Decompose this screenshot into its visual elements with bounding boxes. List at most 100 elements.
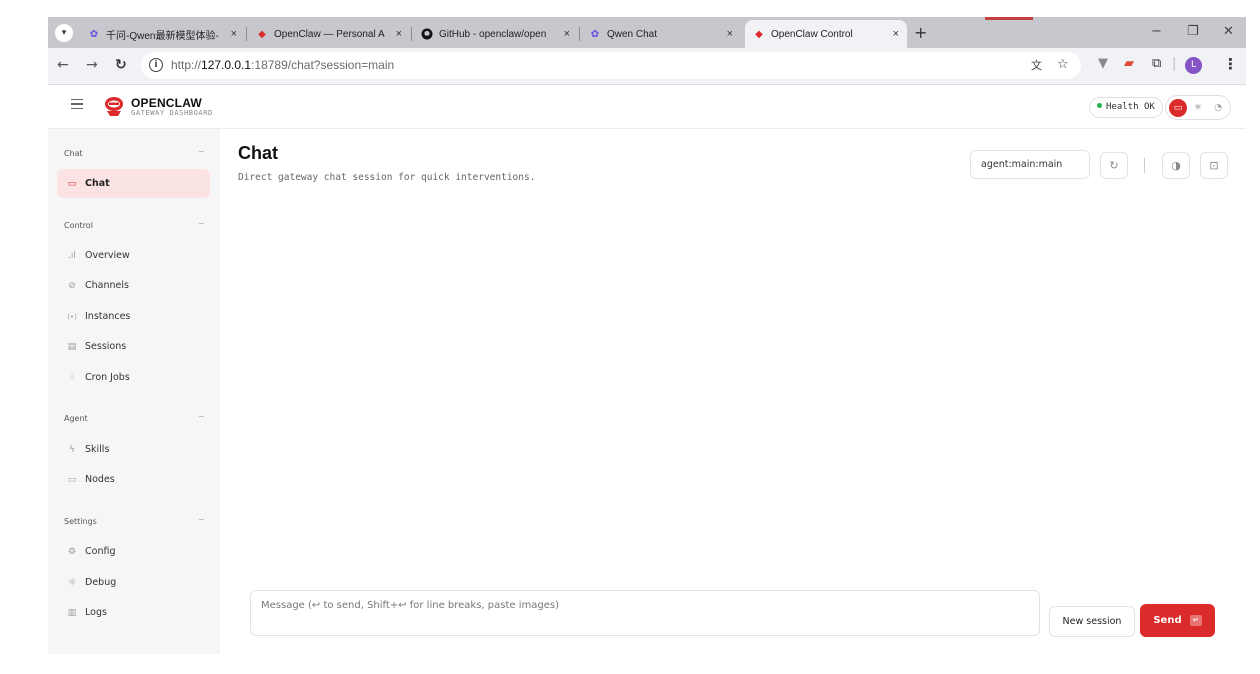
sidebar-item-config[interactable]: ⚙ Config	[57, 537, 210, 566]
chat-main: Chat Direct gateway chat session for qui…	[220, 129, 1246, 654]
tab-strip-accent	[985, 17, 1033, 20]
gear-icon: ⚙	[67, 546, 77, 557]
zap-icon: ϟ	[69, 444, 75, 455]
health-label: Health	[1106, 102, 1139, 112]
sidebar-item-label: Config	[85, 546, 116, 557]
tab-qwen-experience[interactable]: ✿ 千问-Qwen最新模型体验- ×	[80, 20, 245, 48]
qwen-icon: ✿	[89, 28, 99, 40]
sidebar-item-skills[interactable]: ϟ Skills	[57, 435, 210, 464]
minimize-button[interactable]: −	[1151, 24, 1162, 39]
menu-toggle-icon[interactable]	[71, 99, 83, 109]
browser-menu-icon[interactable]: ⋮	[1223, 55, 1238, 73]
site-info-icon[interactable]: i	[149, 58, 163, 72]
send-button[interactable]: Send ↵	[1140, 604, 1215, 637]
sidebar-group-settings: Settings	[64, 517, 97, 526]
close-icon[interactable]: ×	[396, 28, 402, 40]
extensions-puzzle-icon[interactable]: ⧉	[1152, 56, 1161, 71]
system-theme-icon[interactable]: ▭	[1169, 99, 1187, 117]
tab-divider	[411, 27, 412, 41]
sidebar: Chat − ▭ Chat Control − .ıl Overview ⊘ Chan…	[48, 129, 220, 654]
chat-icon: ▭	[67, 178, 77, 189]
file-icon: ▤	[67, 341, 77, 352]
close-icon[interactable]: ×	[727, 28, 733, 40]
forward-arrow-icon[interactable]: →	[86, 57, 98, 73]
sidebar-item-nodes[interactable]: ▭ Nodes	[57, 465, 210, 494]
collapse-control-icon[interactable]: −	[198, 219, 205, 228]
tab-search-button[interactable]: ▾	[55, 24, 73, 42]
sidebar-item-label: Logs	[85, 607, 107, 618]
message-input[interactable]	[251, 591, 1039, 635]
collapse-chat-icon[interactable]: −	[198, 147, 205, 156]
brand-name: OPENCLAW	[131, 96, 202, 110]
sidebar-item-overview[interactable]: .ıl Overview	[57, 241, 210, 270]
refresh-icon[interactable]: ↻	[1100, 152, 1128, 179]
tab-github[interactable]: GitHub - openclaw/open ×	[413, 20, 578, 48]
back-arrow-icon[interactable]: ←	[57, 57, 69, 73]
scroll-icon: ▥	[67, 607, 77, 618]
send-label: Send	[1153, 615, 1182, 626]
tab-title: Qwen Chat	[607, 28, 658, 40]
close-icon[interactable]: ×	[564, 28, 570, 40]
extension-v-icon[interactable]: ▼	[1098, 56, 1108, 71]
sidebar-item-chat[interactable]: ▭ Chat	[57, 169, 210, 198]
tab-title: OpenClaw Control	[771, 28, 853, 40]
bookmark-star-icon[interactable]: ☆	[1057, 57, 1069, 72]
thinking-toggle-icon[interactable]: ◑	[1162, 152, 1190, 179]
health-value: OK	[1143, 102, 1155, 112]
app-header: OPENCLAW GATEWAY DASHBOARD Health OK ▭ ✳…	[48, 85, 1246, 129]
brand-subtitle: GATEWAY DASHBOARD	[131, 109, 213, 117]
url-text[interactable]: http://127.0.0.1:18789/chat?session=main	[171, 58, 394, 72]
restore-button[interactable]: ❐	[1187, 24, 1199, 39]
tab-openclaw-personal[interactable]: ◆ OpenClaw — Personal A ×	[248, 20, 410, 48]
focus-mode-icon[interactable]: ⊡	[1200, 152, 1228, 179]
sidebar-item-label: Instances	[85, 311, 131, 322]
monitor-icon: ▭	[67, 474, 77, 485]
session-key-field[interactable]: agent:main:main	[970, 150, 1090, 179]
window-close-button[interactable]: ✕	[1223, 24, 1234, 39]
openclaw-logo-icon	[105, 97, 123, 116]
address-bar[interactable]: i http://127.0.0.1:18789/chat?session=ma…	[141, 52, 1081, 79]
tab-title: 千问-Qwen最新模型体验-	[106, 30, 219, 42]
message-composer[interactable]	[250, 590, 1040, 636]
collapse-settings-icon[interactable]: −	[198, 515, 205, 524]
new-tab-button[interactable]: +	[914, 23, 927, 42]
sidebar-item-channels[interactable]: ⊘ Channels	[57, 271, 210, 300]
health-dot-icon	[1097, 103, 1102, 108]
toolbar-divider: |	[1172, 56, 1177, 71]
bar-chart-icon: .ıl	[68, 250, 76, 261]
browser-toolbar: ← → ↻ i http://127.0.0.1:18789/chat?sess…	[48, 48, 1246, 85]
page-title: Chat	[238, 143, 278, 163]
moon-icon[interactable]: ◔	[1209, 99, 1227, 117]
translate-icon[interactable]: 文	[1031, 57, 1042, 73]
extension-flag-icon[interactable]: ▰	[1124, 56, 1134, 71]
close-icon[interactable]: ×	[231, 28, 237, 40]
theme-switcher: ▭ ✳ ◔	[1165, 95, 1231, 120]
loader-icon: ⁘	[68, 372, 76, 383]
new-session-button[interactable]: New session	[1049, 606, 1135, 637]
sidebar-group-control: Control	[64, 221, 93, 230]
tab-divider	[579, 27, 580, 41]
sun-icon[interactable]: ✳	[1189, 99, 1207, 117]
sidebar-item-sessions[interactable]: ▤ Sessions	[57, 332, 210, 361]
sidebar-group-chat: Chat	[64, 149, 83, 158]
tab-divider	[246, 27, 247, 41]
sidebar-item-label: Sessions	[85, 341, 127, 352]
sidebar-item-logs[interactable]: ▥ Logs	[57, 598, 210, 627]
tab-strip: ▾ ✿ 千问-Qwen最新模型体验- × ◆ OpenClaw — Person…	[48, 17, 1246, 48]
sidebar-item-label: Debug	[85, 577, 117, 588]
page-subtitle: Direct gateway chat session for quick in…	[238, 172, 536, 183]
profile-avatar[interactable]: L	[1185, 57, 1202, 74]
sidebar-item-debug[interactable]: ☼ Debug	[57, 568, 210, 597]
sidebar-item-label: Cron Jobs	[85, 372, 130, 383]
link-icon: ⊘	[68, 280, 76, 291]
tab-title: GitHub - openclaw/open	[439, 28, 547, 40]
reload-icon[interactable]: ↻	[115, 57, 127, 73]
tab-qwen-chat[interactable]: ✿ Qwen Chat ×	[581, 20, 741, 48]
qwen-icon: ✿	[590, 28, 600, 40]
sidebar-item-cron-jobs[interactable]: ⁘ Cron Jobs	[57, 363, 210, 392]
tab-openclaw-control[interactable]: ◆ OpenClaw Control ×	[745, 20, 907, 48]
sidebar-item-instances[interactable]: (•) Instances	[57, 302, 210, 331]
close-icon[interactable]: ×	[893, 28, 899, 40]
enter-key-icon: ↵	[1189, 615, 1202, 626]
collapse-agent-icon[interactable]: −	[198, 412, 205, 421]
